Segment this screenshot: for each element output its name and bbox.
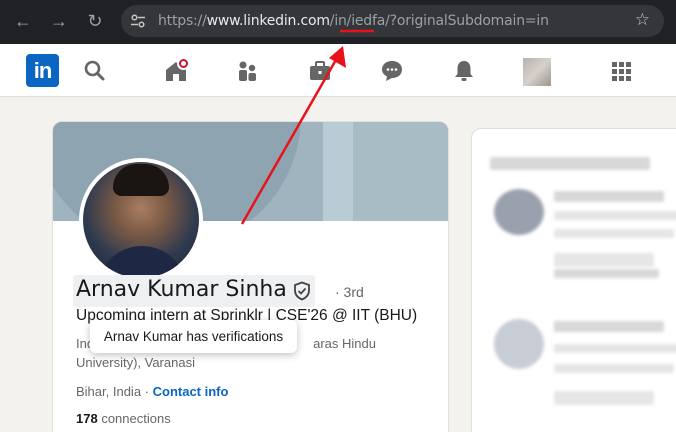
jobs-briefcase-icon[interactable] [307,58,333,84]
messaging-icon[interactable] [379,58,405,84]
profile-card: Arnav Kumar Sinha · 3rd Upcoming intern … [52,121,449,432]
connection-degree: · 3rd [335,284,364,300]
notification-badge [177,57,190,70]
bookmark-star-icon[interactable]: ☆ [635,10,650,30]
back-arrow-icon[interactable]: ← [11,9,35,33]
search-icon[interactable] [82,58,108,84]
url-handle: iedfa [351,13,386,29]
linkedin-logo[interactable]: in [26,54,59,87]
me-avatar[interactable] [523,58,551,86]
address-bar[interactable]: https://www.linkedin.com/in/iedfa/?origi… [121,5,664,37]
linkedin-navbar: in [0,44,676,97]
profile-name: Arnav Kumar Sinha [76,277,287,302]
url-text: https://www.linkedin.com/in/iedfa/?origi… [158,13,549,29]
verified-shield-icon[interactable] [292,281,312,301]
site-info-icon[interactable] [130,13,146,29]
sidebar-card [471,128,676,432]
connections-count[interactable]: 178 connections [76,411,171,426]
reload-icon[interactable]: ↻ [83,9,107,33]
profile-location: Bihar, India · Contact info [76,384,229,399]
notifications-bell-icon[interactable] [451,58,477,84]
forward-arrow-icon[interactable]: → [47,9,71,33]
browser-toolbar: ← → ↻ https://www.linkedin.com/in/iedfa/… [0,0,676,44]
my-network-icon[interactable] [235,58,261,84]
contact-info-link[interactable]: Contact info [153,384,229,399]
verification-tooltip: Arnav Kumar has verifications [90,320,297,353]
profile-photo[interactable] [79,158,203,282]
